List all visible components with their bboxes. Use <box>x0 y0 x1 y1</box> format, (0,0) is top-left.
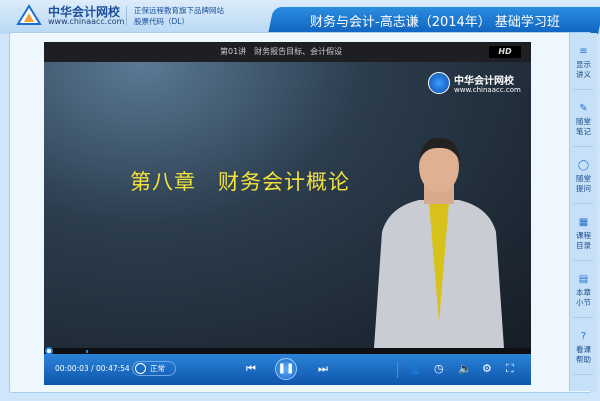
watermark-logo-icon <box>428 72 450 94</box>
slogan-text: 正保远程教育旗下品牌网站 <box>134 6 224 15</box>
logo-url: www.chinaacc.com <box>48 17 125 26</box>
sidebar-item-label: 小节 <box>576 298 591 307</box>
pencil-icon: ✎ <box>579 103 588 114</box>
header: 中华会计网校 www.chinaacc.com 正保远程教育旗下品牌网站 股票代码… <box>0 0 600 34</box>
stock-code: 股票代码（DL） <box>134 17 189 26</box>
sidebar-item-label: 提问 <box>576 184 591 193</box>
control-bar: 00:00:03 / 00:47:54 正常 ⏮ ❚❚ ⏭ 👤 ◷ 🔈 ⚙ ⛶ <box>44 354 531 385</box>
document-icon: ▤ <box>578 274 589 285</box>
speed-icon <box>135 363 146 374</box>
duration: 00:47:54 <box>96 364 130 373</box>
sidebar: ≡ 显示 讲义 ✎ 随堂 笔记 ◯ 随堂 提问 ▦ 课程 目录 ▤ 本章 小节 ? 看课 帮助 <box>569 33 597 391</box>
clock-icon[interactable]: ◷ <box>434 362 444 375</box>
video-screen[interactable]: 中华会计网校 www.chinaacc.com 第八章 财务会计概论 <box>44 62 531 348</box>
next-icon[interactable]: ⏭ <box>318 362 328 376</box>
time-display: 00:00:03 / 00:47:54 <box>55 364 130 373</box>
chat-bubble-icon: ◯ <box>577 160 590 171</box>
speed-button[interactable]: 正常 <box>132 361 176 376</box>
fullscreen-icon[interactable]: ⛶ <box>506 362 514 376</box>
sidebar-item-label: 讲义 <box>576 70 591 79</box>
lecture-title: 第01讲 财务报告目标、会计假设 <box>220 47 343 56</box>
video-player[interactable]: 第01讲 财务报告目标、会计假设 HD 中华会计网校 www.chinaacc.… <box>44 42 531 385</box>
sidebar-item-handout[interactable]: ≡ 显示 讲义 <box>574 33 593 90</box>
sidebar-item-questions[interactable]: ◯ 随堂 提问 <box>574 147 593 204</box>
slogan: 正保远程教育旗下品牌网站 股票代码（DL） <box>134 5 224 27</box>
course-title: 财务与会计-高志谦（2014年） 基础学习班 <box>310 15 560 30</box>
volume-icon[interactable]: 🔈 <box>458 362 472 375</box>
divider <box>126 6 127 26</box>
sidebar-item-catalog[interactable]: ▦ 课程 目录 <box>574 204 593 261</box>
sidebar-item-label: 笔记 <box>576 127 591 136</box>
divider <box>397 362 398 378</box>
sidebar-item-help[interactable]: ? 看课 帮助 <box>574 318 593 375</box>
speed-label: 正常 <box>150 364 165 373</box>
buffer-marker <box>86 350 88 353</box>
previous-icon[interactable]: ⏮ <box>246 362 256 376</box>
logo-icon <box>16 4 42 25</box>
watermark-text: 中华会计网校 <box>454 76 514 87</box>
slide-text: 第八章 财务会计概论 <box>130 170 350 194</box>
sidebar-item-label: 显示 <box>576 60 591 69</box>
sidebar-item-label: 课程 <box>576 231 591 240</box>
sidebar-item-label: 本章 <box>576 288 591 297</box>
sidebar-item-label: 随堂 <box>576 117 591 126</box>
watermark-url: www.chinaacc.com <box>454 86 521 94</box>
presenter-image <box>374 137 504 348</box>
pause-button[interactable]: ❚❚ <box>275 358 297 380</box>
help-icon: ? <box>580 331 587 342</box>
sidebar-item-label: 目录 <box>576 241 591 250</box>
sidebar-item-notes[interactable]: ✎ 随堂 笔记 <box>574 90 593 147</box>
sidebar-item-label: 看课 <box>576 345 591 354</box>
sidebar-item-label: 随堂 <box>576 174 591 183</box>
video-title-bar: 第01讲 财务报告目标、会计假设 HD <box>44 42 531 62</box>
menu-icon: ≡ <box>579 46 588 57</box>
sidebar-item-label: 帮助 <box>576 355 591 364</box>
hd-button[interactable]: HD <box>489 46 521 58</box>
sidebar-item-sections[interactable]: ▤ 本章 小节 <box>574 261 593 318</box>
grid-icon: ▦ <box>578 217 589 228</box>
current-time: 00:00:03 <box>55 364 89 373</box>
time-separator: / <box>91 364 94 373</box>
gear-icon[interactable]: ⚙ <box>482 362 492 375</box>
user-icon[interactable]: 👤 <box>408 362 422 375</box>
